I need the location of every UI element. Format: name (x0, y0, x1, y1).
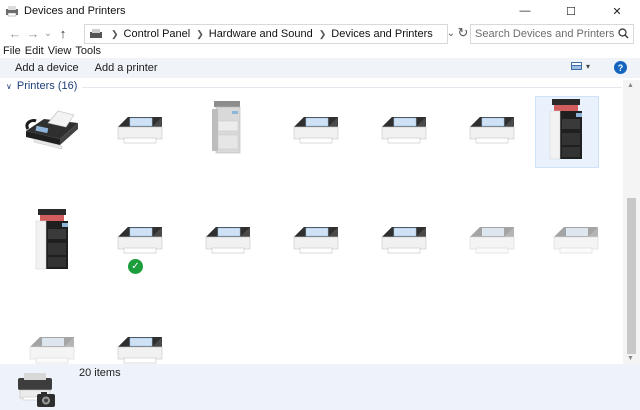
menu-tools[interactable]: Tools (75, 45, 101, 57)
control-panel-icon (90, 29, 102, 38)
device-mfp-black-8[interactable] (22, 207, 82, 277)
forward-arrow-icon[interactable]: → (24, 24, 42, 42)
search-icon[interactable] (618, 28, 629, 39)
device-fax-1[interactable] (22, 105, 82, 175)
fax-icon (25, 110, 78, 150)
menu-edit[interactable]: Edit (25, 45, 44, 57)
device-mfp-black-7[interactable] (535, 96, 599, 168)
printer-dark-icon (469, 117, 515, 144)
breadcrumb-separator-icon: ❯ (111, 28, 119, 39)
change-view-button[interactable]: ▾ (571, 61, 590, 72)
breadcrumb-control-panel[interactable]: Control Panel (124, 28, 191, 40)
vertical-scrollbar[interactable]: ▲ ▼ (623, 80, 640, 364)
up-arrow-icon[interactable]: ↑ (54, 24, 72, 42)
printer-dark-icon (293, 227, 339, 254)
menu-file[interactable]: File (3, 45, 21, 57)
help-button[interactable]: ? (614, 61, 627, 74)
device-grid: ✓ (0, 95, 623, 364)
window-title: Devices and Printers (24, 5, 126, 17)
device-printer-dark-10[interactable] (198, 215, 258, 285)
search-input[interactable]: Search Devices and Printers (475, 28, 614, 40)
scroll-down-arrow-icon[interactable]: ▼ (627, 355, 634, 362)
minimize-button[interactable]: — (502, 0, 548, 22)
devices-thumbnail-icon (18, 373, 55, 407)
close-button[interactable]: ✕ (594, 0, 640, 22)
breadcrumb-separator-icon: ❯ (196, 28, 204, 39)
mfp-black-icon (549, 99, 582, 160)
search-box[interactable]: Search Devices and Printers (470, 24, 634, 44)
copier-gray-icon (212, 101, 241, 154)
device-printer-dark-12[interactable] (374, 215, 434, 285)
back-arrow-icon[interactable]: ← (6, 24, 24, 42)
add-device-button[interactable]: Add a device (8, 62, 86, 74)
title-bar: Devices and Printers — ☐ ✕ (0, 0, 640, 22)
navigation-bar: ← → ⌄ ↑ ❯ Control Panel ❯ Hardware and S… (0, 22, 640, 44)
scrollbar-thumb[interactable] (627, 198, 636, 354)
device-printer-dark-4[interactable] (286, 105, 346, 175)
printer-dark-icon (381, 117, 427, 144)
device-printer-dark-6[interactable] (462, 105, 522, 175)
scroll-up-arrow-icon[interactable]: ▲ (627, 82, 634, 89)
printers-section-label: Printers (16) (16, 80, 78, 92)
devices-printers-app-icon (6, 6, 18, 17)
menu-view[interactable]: View (48, 45, 72, 57)
section-divider (82, 87, 622, 88)
printers-section-header[interactable]: ∨ Printers (16) (6, 80, 77, 92)
breadcrumb-separator-icon: ❯ (318, 28, 327, 39)
device-printer-dark-11[interactable] (286, 215, 346, 285)
printer-dark-icon (117, 117, 163, 144)
recent-locations-chevron-icon[interactable]: ⌄ (42, 24, 54, 42)
default-printer-check-icon: ✓ (128, 259, 143, 274)
details-pane: 20 items (0, 364, 640, 410)
mfp-black-icon (35, 209, 68, 270)
device-copier-gray-3[interactable] (198, 97, 258, 167)
printer-dark-icon (205, 227, 251, 254)
menu-bar: File Edit View Tools (0, 45, 640, 57)
printer-faded-icon (469, 227, 515, 254)
printer-dark-icon (293, 117, 339, 144)
printer-dark-icon (381, 227, 427, 254)
device-printer-faded-13[interactable] (462, 215, 522, 285)
collapse-chevron-icon[interactable]: ∨ (6, 82, 12, 91)
add-printer-button[interactable]: Add a printer (88, 62, 165, 74)
device-printer-faded-14[interactable] (546, 215, 606, 285)
breadcrumb-hardware-and-sound[interactable]: Hardware and Sound (209, 28, 313, 40)
view-dropdown-chevron-icon[interactable]: ▾ (586, 62, 590, 71)
device-printer-dark-5[interactable] (374, 105, 434, 175)
printer-faded-icon (553, 227, 599, 254)
device-printer-dark-2[interactable] (110, 105, 170, 175)
view-options-icon (571, 62, 582, 70)
device-printer-dark-9[interactable]: ✓ (110, 215, 170, 285)
command-bar: Add a device Add a printer ▾ ? (0, 58, 640, 78)
maximize-button[interactable]: ☐ (548, 0, 594, 22)
printer-dark-icon (117, 227, 163, 254)
breadcrumb-devices-and-printers[interactable]: Devices and Printers (331, 28, 433, 40)
address-bar[interactable]: ❯ Control Panel ❯ Hardware and Sound ❯ D… (84, 24, 448, 44)
item-count: 20 items (79, 367, 121, 379)
